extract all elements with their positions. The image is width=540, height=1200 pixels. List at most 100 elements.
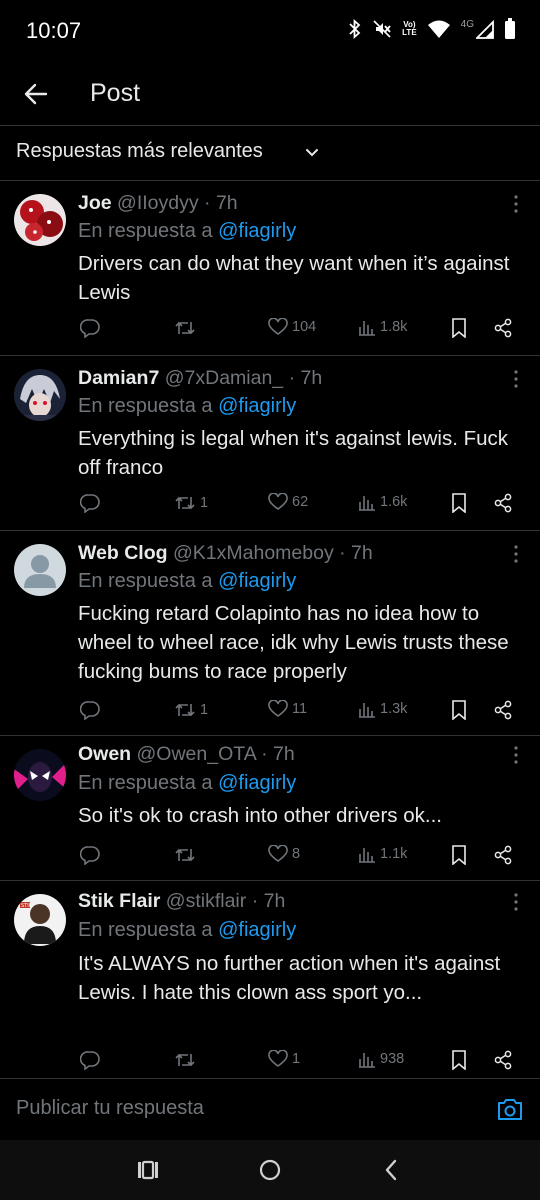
in-reply-prefix: En respuesta a (78, 220, 219, 242)
more-options-icon[interactable] (512, 194, 520, 214)
reply-meta: Joe @IIoydyy · 7h (78, 192, 238, 215)
mention-link[interactable]: @fiagirly (218, 220, 296, 242)
views-button[interactable]: 1.3k (358, 700, 407, 718)
retweet-button[interactable]: 1 (174, 700, 208, 720)
like-button[interactable]: 11 (268, 700, 307, 718)
in-reply-to: En respuesta a @fiagirly (78, 772, 296, 795)
comment-icon (80, 1051, 100, 1070)
reply-meta: Stik Flair @stikflair · 7h (78, 890, 285, 913)
status-time: 10:07 (26, 18, 82, 43)
reply-meta: Damian7 @7xDamian_ · 7h (78, 367, 322, 390)
share-button[interactable] (493, 1050, 513, 1070)
avatar[interactable] (14, 749, 66, 801)
reply-item[interactable]: Joe @IIoydyy · 7h En respuesta a @fiagir… (0, 182, 540, 356)
views-button[interactable]: 1.1k (358, 845, 407, 863)
back-nav-icon[interactable] (380, 1158, 404, 1182)
mention-link[interactable]: @fiagirly (218, 772, 296, 794)
comment-icon (80, 701, 100, 720)
avatar[interactable] (14, 194, 66, 246)
avatar[interactable] (14, 369, 66, 421)
share-button[interactable] (493, 845, 513, 865)
views-button[interactable]: 1.6k (358, 493, 407, 511)
mention-link[interactable]: @fiagirly (218, 570, 296, 592)
views-button[interactable]: 1.8k (358, 318, 407, 336)
heart-icon (268, 845, 288, 862)
like-button[interactable]: 1 (268, 1050, 300, 1068)
display-name[interactable]: Owen (78, 743, 131, 765)
sort-dropdown[interactable]: Respuestas más relevantes (0, 127, 540, 181)
like-button[interactable]: 62 (268, 493, 308, 511)
volte-indicator: Vo) LTE (402, 20, 417, 37)
reply-text: It's ALWAYS no further action when it's … (78, 952, 501, 1004)
user-handle[interactable]: @stikflair (166, 890, 246, 912)
view-count: 1.6k (380, 494, 408, 510)
status-bar: 10:07 Vo) LTE 4G (0, 0, 540, 62)
share-button[interactable] (493, 493, 513, 513)
share-icon (494, 1050, 512, 1070)
bookmark-button[interactable] (451, 845, 467, 865)
camera-icon[interactable] (496, 1096, 524, 1122)
mention-link[interactable]: @fiagirly (218, 395, 296, 417)
in-reply-to: En respuesta a @fiagirly (78, 919, 296, 942)
share-icon (494, 700, 512, 720)
retweet-icon (175, 848, 195, 862)
recent-apps-icon[interactable] (136, 1158, 160, 1182)
display-name[interactable]: Web Clog (78, 542, 168, 564)
avatar[interactable] (14, 544, 66, 596)
bookmark-button[interactable] (451, 1050, 467, 1070)
share-button[interactable] (493, 700, 513, 720)
reply-button[interactable] (80, 493, 100, 513)
reply-text: Drivers can do what they want when it’s … (78, 252, 510, 304)
reply-button[interactable] (80, 1050, 100, 1070)
user-handle[interactable]: @Owen_OTA (137, 743, 256, 765)
reply-button[interactable] (80, 845, 100, 865)
heart-icon (268, 700, 288, 717)
mention-link[interactable]: @fiagirly (218, 919, 296, 941)
header: Post (0, 62, 540, 126)
reply-text: Fucking retard Colapinto has no idea how… (78, 602, 509, 683)
view-count: 1.3k (380, 701, 408, 717)
views-icon (359, 1053, 375, 1068)
bookmark-button[interactable] (451, 318, 467, 338)
reply-item[interactable]: Damian7 @7xDamian_ · 7h En respuesta a @… (0, 357, 540, 531)
reply-button[interactable] (80, 318, 100, 338)
reply-item[interactable]: STIK Stik Flair @stikflair · 7h En respu… (0, 882, 540, 1078)
reply-input[interactable]: Publicar tu respuesta (16, 1097, 204, 1120)
reply-button[interactable] (80, 700, 100, 720)
like-button[interactable]: 8 (268, 845, 300, 863)
share-icon (494, 845, 512, 865)
share-icon (494, 493, 512, 513)
view-count: 1.1k (380, 846, 408, 862)
more-options-icon[interactable] (512, 745, 520, 765)
reply-item[interactable]: Owen @Owen_OTA · 7h En respuesta a @fiag… (0, 737, 540, 881)
share-button[interactable] (493, 318, 513, 338)
views-button[interactable]: 938 (358, 1050, 404, 1068)
bookmark-button[interactable] (451, 700, 467, 720)
reply-composer[interactable]: Publicar tu respuesta (0, 1078, 540, 1140)
display-name[interactable]: Damian7 (78, 367, 159, 389)
retweet-icon (175, 496, 195, 510)
more-options-icon[interactable] (512, 892, 520, 912)
retweet-button[interactable] (174, 845, 200, 865)
in-reply-to: En respuesta a @fiagirly (78, 395, 296, 418)
retweet-button[interactable] (174, 1050, 200, 1070)
user-handle[interactable]: @7xDamian_ (165, 367, 283, 389)
chevron-down-icon (306, 149, 318, 157)
arrow-left-icon[interactable] (20, 78, 52, 110)
retweet-button[interactable] (174, 318, 200, 338)
avatar[interactable]: STIK (14, 894, 66, 946)
like-button[interactable]: 104 (268, 318, 316, 336)
bookmark-button[interactable] (451, 493, 467, 513)
bookmark-icon (452, 700, 466, 720)
display-name[interactable]: Joe (78, 192, 112, 214)
more-options-icon[interactable] (512, 369, 520, 389)
more-options-icon[interactable] (512, 544, 520, 564)
reply-item[interactable]: Web Clog @K1xMahomeboy · 7h En respuesta… (0, 532, 540, 736)
user-handle[interactable]: @IIoydyy (117, 192, 199, 214)
heart-icon (268, 1050, 288, 1067)
retweet-button[interactable]: 1 (174, 493, 208, 513)
user-handle[interactable]: @K1xMahomeboy (173, 542, 334, 564)
retweet-count: 1 (200, 702, 209, 718)
display-name[interactable]: Stik Flair (78, 890, 160, 912)
home-icon[interactable] (258, 1158, 282, 1182)
